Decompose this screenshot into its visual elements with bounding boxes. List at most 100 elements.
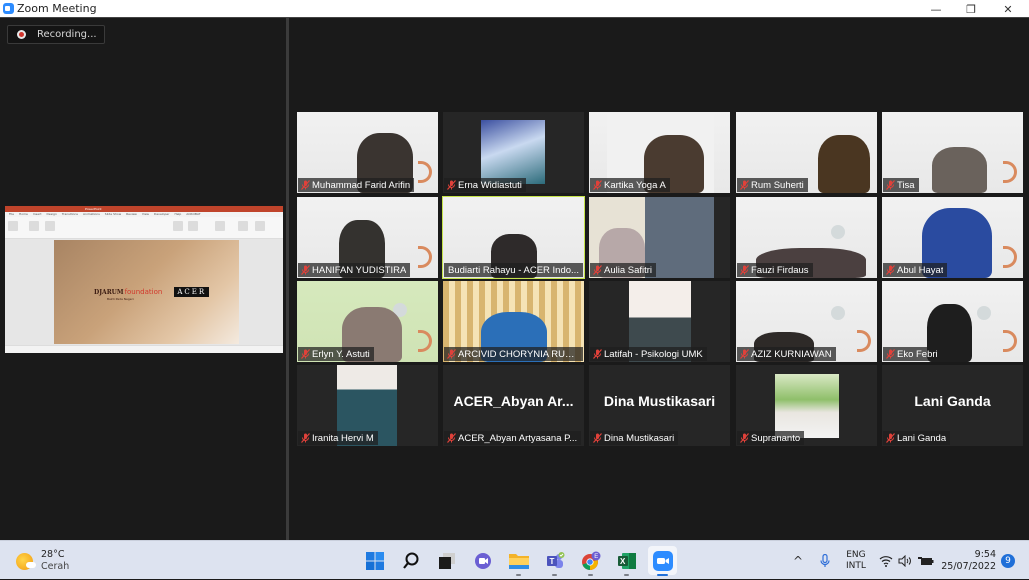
participant-name: Tisa bbox=[897, 179, 915, 191]
mic-muted-icon bbox=[298, 347, 312, 361]
mic-muted-icon bbox=[298, 431, 312, 445]
participant-tile[interactable]: Eko Febri bbox=[882, 281, 1023, 362]
participant-tile[interactable]: Erna Widiastuti bbox=[443, 112, 584, 193]
logo-foundation: foundation bbox=[124, 288, 163, 296]
shapes-icon bbox=[173, 221, 183, 231]
participant-tile[interactable]: Aulia Safitri bbox=[589, 197, 730, 278]
weather-temperature: 28°C bbox=[41, 549, 65, 560]
mic-muted-icon bbox=[590, 347, 604, 361]
search-icon bbox=[402, 552, 418, 569]
zoom-icon bbox=[652, 550, 673, 571]
new-slide-icon bbox=[29, 221, 39, 231]
partly-sunny-icon bbox=[16, 552, 36, 570]
dictate-icon bbox=[238, 221, 248, 231]
notification-badge[interactable]: 9 bbox=[1001, 554, 1015, 568]
participant-name: Eko Febri bbox=[897, 348, 938, 360]
participant-tile[interactable]: Dina Mustikasari Dina Mustikasari bbox=[589, 365, 730, 446]
participant-tile[interactable]: Suprananto bbox=[736, 365, 877, 446]
mic-muted-icon bbox=[883, 347, 897, 361]
participant-tile[interactable]: HANIFAN YUDISTIRA bbox=[297, 197, 438, 278]
minimize-button[interactable]: — bbox=[918, 0, 954, 18]
participant-tile[interactable]: Abul Hayat bbox=[882, 197, 1023, 278]
volume-button[interactable] bbox=[898, 541, 912, 580]
background-decoration bbox=[831, 306, 845, 320]
participant-name-tag: ARCIVID CHORYNIA RUB... bbox=[444, 347, 583, 361]
chrome-button[interactable]: E bbox=[576, 546, 605, 576]
weather-condition: Cerah bbox=[41, 561, 70, 572]
mic-muted-icon bbox=[883, 431, 897, 445]
excel-icon: X bbox=[617, 552, 636, 569]
slide: DJARUM foundation Bakti Pada Negeri ACER bbox=[54, 240, 239, 344]
search-button[interactable] bbox=[396, 546, 425, 575]
background-decoration bbox=[977, 306, 991, 320]
participant-name: Erna Widiastuti bbox=[458, 179, 522, 191]
participant-tile[interactable]: Erlyn Y. Astuti bbox=[297, 281, 438, 362]
participant-tile[interactable]: Iranita Hervi M bbox=[297, 365, 438, 446]
participant-display-name: Lani Ganda bbox=[914, 393, 991, 409]
participant-name-tag: Dina Mustikasari bbox=[590, 431, 679, 445]
mic-muted-icon bbox=[444, 431, 458, 445]
close-button[interactable]: ✕ bbox=[990, 0, 1026, 18]
participant-name-tag: Tisa bbox=[883, 178, 919, 192]
designer-icon bbox=[255, 221, 265, 231]
clock[interactable]: 9:54 25/07/2022 bbox=[940, 541, 996, 580]
teams-icon: T bbox=[546, 551, 564, 568]
participant-name: Muhammad Farid Arifin bbox=[312, 179, 411, 191]
logo-tagline: Bakti Pada Negeri bbox=[107, 297, 134, 301]
participant-tile[interactable]: Fauzi Firdaus bbox=[736, 197, 877, 278]
zoom-app-icon bbox=[3, 3, 14, 14]
participant-name-tag: AZIZ KURNIAWAN bbox=[737, 347, 836, 361]
participant-name: Abul Hayat bbox=[897, 264, 944, 276]
show-hidden-icons-button[interactable]: ^ bbox=[793, 541, 803, 580]
participant-tile[interactable]: Rum Suherti bbox=[736, 112, 877, 193]
participant-name: Lani Ganda bbox=[897, 432, 947, 444]
participant-name: ARCIVID CHORYNIA RUB... bbox=[458, 348, 579, 360]
mic-muted-icon bbox=[883, 178, 897, 192]
teams-button[interactable]: T bbox=[540, 546, 569, 576]
participant-tile[interactable]: ACER_Abyan Ar... ACER_Abyan Artyasana P..… bbox=[443, 365, 584, 446]
windows-taskbar: 28°C Cerah T E X ^ ENG INTL 9:54 25/07/2… bbox=[0, 540, 1029, 579]
participant-name-tag: Iranita Hervi M bbox=[298, 431, 378, 445]
participant-name-tag: Eko Febri bbox=[883, 347, 942, 361]
teams-chat-icon bbox=[474, 552, 491, 569]
participant-name-tag: Rum Suherti bbox=[737, 178, 808, 192]
participant-tile[interactable]: Budiarti Rahayu - ACER Indo... bbox=[442, 196, 585, 279]
svg-text:X: X bbox=[620, 557, 626, 566]
slide-logos: DJARUM foundation Bakti Pada Negeri ACER bbox=[94, 287, 210, 301]
start-button[interactable] bbox=[360, 546, 389, 575]
excel-button[interactable]: X bbox=[612, 546, 641, 576]
chat-button[interactable] bbox=[468, 546, 497, 575]
participant-tile[interactable]: Latifah - Psikologi UMK bbox=[589, 281, 730, 362]
powerpoint-canvas: DJARUM foundation Bakti Pada Negeri ACER bbox=[5, 239, 283, 345]
pane-splitter[interactable] bbox=[286, 18, 289, 540]
network-button[interactable] bbox=[879, 541, 893, 580]
participant-tile[interactable]: Muhammad Farid Arifin bbox=[297, 112, 438, 193]
active-indicator bbox=[657, 574, 668, 576]
input-language-button[interactable]: ENG INTL bbox=[846, 541, 866, 580]
battery-button[interactable] bbox=[918, 541, 934, 580]
participant-tile[interactable]: Tisa bbox=[882, 112, 1023, 193]
shared-screen-thumbnail[interactable]: PowerPoint File Home Insert Design Transitio… bbox=[5, 206, 283, 353]
participant-tile[interactable]: AZIZ KURNIAWAN bbox=[736, 281, 877, 362]
keyboard-layout: INTL bbox=[846, 560, 866, 571]
file-explorer-button[interactable] bbox=[504, 546, 533, 576]
task-view-button[interactable] bbox=[432, 546, 461, 575]
participant-figure bbox=[932, 147, 987, 193]
participant-tile[interactable]: Kartika Yoga A bbox=[589, 112, 730, 193]
weather-widget[interactable]: 28°C Cerah bbox=[16, 549, 69, 573]
zoom-button[interactable] bbox=[648, 546, 677, 576]
mic-muted-icon bbox=[590, 178, 604, 192]
participant-tile[interactable]: Lani Ganda Lani Ganda bbox=[882, 365, 1023, 446]
participant-name: Latifah - Psikologi UMK bbox=[604, 348, 703, 360]
task-view-icon bbox=[438, 552, 455, 569]
profile-picture bbox=[481, 120, 545, 184]
participant-name-tag: Kartika Yoga A bbox=[590, 178, 670, 192]
paste-icon bbox=[8, 221, 18, 231]
recording-indicator[interactable]: Recording... bbox=[7, 25, 105, 44]
microphone-tray-button[interactable] bbox=[820, 541, 830, 580]
participant-name: AZIZ KURNIAWAN bbox=[751, 348, 832, 360]
restore-button[interactable]: ❐ bbox=[953, 0, 989, 18]
recording-label: Recording... bbox=[37, 29, 97, 40]
participant-tile[interactable]: ARCIVID CHORYNIA RUB... bbox=[443, 281, 584, 362]
profile-picture bbox=[775, 374, 839, 438]
